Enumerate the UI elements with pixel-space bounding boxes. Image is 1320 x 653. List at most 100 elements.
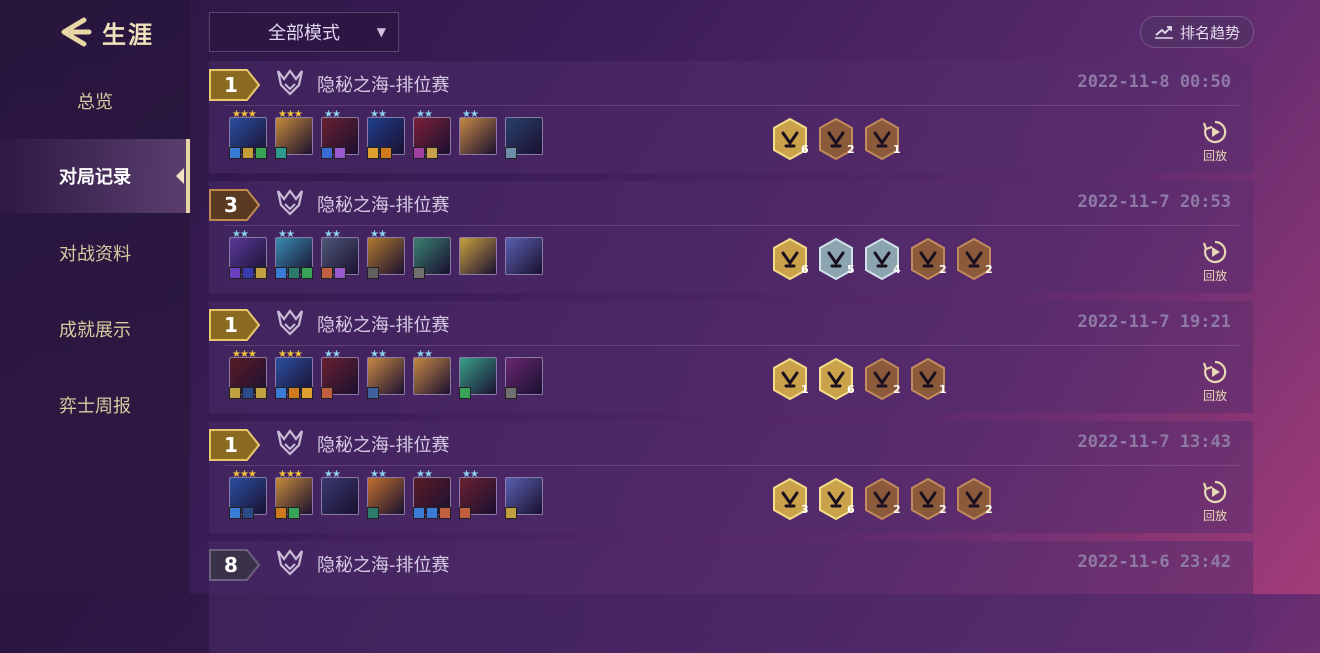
champion-unit[interactable]	[505, 357, 543, 399]
sidebar-item-match-history[interactable]: 对局记录	[0, 139, 190, 213]
champion-unit[interactable]: ★★★	[229, 469, 267, 519]
replay-button[interactable]: 回放	[1197, 479, 1233, 524]
trait-list: 3 6 2 2 2	[771, 477, 993, 521]
champion-unit[interactable]: ★★★	[229, 109, 267, 159]
trait-badge[interactable]: 6	[817, 357, 855, 401]
star-level-icon: ★★	[370, 229, 387, 240]
champion-unit[interactable]: ★★	[321, 109, 359, 159]
trait-badge[interactable]: 2	[955, 477, 993, 521]
trait-count: 3	[801, 503, 809, 516]
champion-unit[interactable]: ★★★	[275, 109, 313, 159]
item-icon	[413, 147, 425, 159]
match-date: 2022-11-7 20:53	[1077, 192, 1231, 212]
trait-badge[interactable]: 2	[909, 477, 947, 521]
mode-select[interactable]: 全部模式 ▼	[209, 12, 399, 52]
match-card[interactable]: 1 隐秘之海-排位赛 2022-11-7 13:43 ★★★ ★★★ ★★ ★★ ★★ ★★ 3 6…	[209, 421, 1253, 533]
trait-count: 2	[893, 503, 901, 516]
trait-badge[interactable]: 1	[863, 117, 901, 161]
trait-badge[interactable]: 6	[817, 477, 855, 521]
placement-number: 1	[224, 433, 238, 457]
sidebar-item-battle-stats[interactable]: 对战资料	[0, 216, 190, 290]
match-card[interactable]: 3 隐秘之海-排位赛 2022-11-7 20:53 ★★ ★★ ★★ ★★ 6 5 4 2 2 回放	[209, 181, 1253, 293]
item-icon	[288, 267, 300, 279]
champion-unit[interactable]: ★★	[321, 469, 359, 515]
sidebar-item-achievements[interactable]: 成就展示	[0, 292, 190, 366]
page-title: 生涯	[102, 20, 154, 49]
item-row	[413, 507, 451, 519]
item-icon	[275, 387, 287, 399]
match-header: 1 隐秘之海-排位赛 2022-11-7 13:43	[209, 421, 1253, 465]
replay-label: 回放	[1202, 509, 1227, 523]
placement-number: 1	[224, 73, 238, 97]
match-card[interactable]: 8 隐秘之海-排位赛 2022-11-6 23:42	[209, 541, 1253, 653]
champion-unit[interactable]: ★★★	[275, 469, 313, 519]
replay-button[interactable]: 回放	[1197, 239, 1233, 284]
item-icon	[413, 507, 425, 519]
trait-badge[interactable]: 1	[909, 357, 947, 401]
item-row	[459, 387, 471, 399]
champion-unit[interactable]	[459, 237, 497, 275]
champion-unit[interactable]	[505, 477, 543, 519]
champion-unit[interactable]: ★★	[367, 469, 405, 519]
mode-emblem-icon	[276, 69, 304, 96]
sidebar-item-weekly-report[interactable]: 弈士周报	[0, 368, 190, 442]
champion-unit[interactable]: ★★	[275, 229, 313, 279]
item-row	[229, 147, 267, 159]
match-header: 3 隐秘之海-排位赛 2022-11-7 20:53	[209, 181, 1253, 225]
champion-unit[interactable]	[505, 117, 543, 159]
replay-icon	[1202, 240, 1227, 264]
champion-unit[interactable]: ★★	[321, 349, 359, 399]
sidebar-item-label: 总览	[77, 92, 113, 113]
champion-unit[interactable]: ★★	[413, 109, 451, 159]
trait-count: 4	[893, 263, 901, 276]
back-button[interactable]: 生涯	[58, 14, 154, 50]
trait-badge[interactable]: 1	[771, 357, 809, 401]
trait-badge[interactable]: 2	[955, 237, 993, 281]
champion-unit[interactable]	[505, 237, 543, 275]
champion-unit[interactable]: ★★	[367, 229, 405, 279]
trait-count: 6	[801, 143, 809, 156]
item-row	[367, 507, 379, 519]
active-caret-icon	[176, 168, 184, 184]
star-level-icon: ★★	[232, 229, 249, 240]
match-header: 1 隐秘之海-排位赛 2022-11-8 00:50	[209, 61, 1253, 105]
champion-unit[interactable]: ★★	[459, 109, 497, 155]
item-icon	[367, 147, 379, 159]
rank-trend-button[interactable]: 排名趋势	[1140, 16, 1254, 48]
trait-badge[interactable]: 2	[817, 117, 855, 161]
champion-unit[interactable]: ★★	[367, 349, 405, 399]
match-card[interactable]: 1 隐秘之海-排位赛 2022-11-7 19:21 ★★★ ★★★ ★★ ★★ ★★ 1 6 2 1…	[209, 301, 1253, 413]
champion-unit[interactable]: ★★	[413, 469, 451, 519]
sidebar-item-overview[interactable]: 总览	[0, 64, 190, 138]
item-icon	[321, 387, 333, 399]
champion-unit[interactable]: ★★★	[229, 349, 267, 399]
champion-unit[interactable]: ★★	[367, 109, 405, 159]
champion-unit[interactable]: ★★★	[275, 349, 313, 399]
trait-badge[interactable]: 2	[909, 237, 947, 281]
trait-badge[interactable]: 5	[817, 237, 855, 281]
item-icon	[367, 387, 379, 399]
trait-badge[interactable]: 6	[771, 237, 809, 281]
replay-button[interactable]: 回放	[1197, 119, 1233, 164]
champion-unit[interactable]: ★★	[229, 229, 267, 279]
item-icon	[242, 147, 254, 159]
champion-unit[interactable]: ★★	[321, 229, 359, 279]
trait-badge[interactable]: 2	[863, 357, 901, 401]
trait-badge[interactable]: 6	[771, 117, 809, 161]
item-icon	[255, 147, 267, 159]
item-row	[413, 267, 425, 279]
replay-button[interactable]: 回放	[1197, 359, 1233, 404]
trait-badge[interactable]: 3	[771, 477, 809, 521]
item-icon	[367, 267, 379, 279]
sidebar-item-label: 对局记录	[59, 167, 131, 188]
mode-emblem-icon	[276, 429, 304, 456]
champion-unit[interactable]: ★★	[459, 469, 497, 519]
trait-badge[interactable]: 4	[863, 237, 901, 281]
champion-unit[interactable]: ★★	[413, 349, 451, 395]
trait-count: 2	[847, 143, 855, 156]
champion-unit[interactable]	[459, 357, 497, 399]
trait-badge[interactable]: 2	[863, 477, 901, 521]
star-level-icon: ★★	[324, 229, 341, 240]
champion-unit[interactable]	[413, 237, 451, 279]
match-card[interactable]: 1 隐秘之海-排位赛 2022-11-8 00:50 ★★★ ★★★ ★★ ★★ ★★ ★★ 6 2…	[209, 61, 1253, 173]
